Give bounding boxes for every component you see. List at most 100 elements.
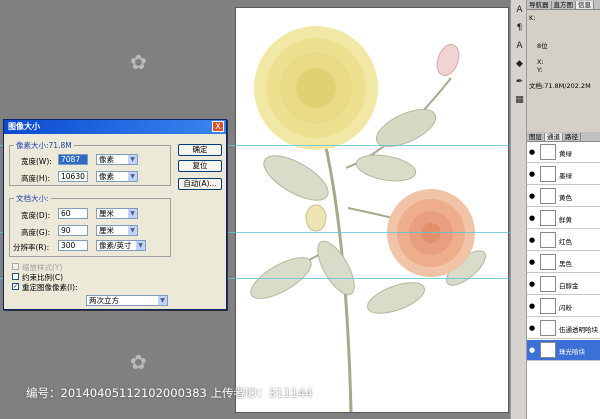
scale-styles-checkbox[interactable] bbox=[12, 263, 19, 270]
channel-thumbnail bbox=[540, 144, 556, 160]
k-label: K: bbox=[529, 14, 536, 22]
chevron-down-icon: ▼ bbox=[128, 155, 137, 164]
ok-button[interactable]: 确定 bbox=[178, 144, 222, 156]
channel-row[interactable]: ● 黑色 bbox=[527, 252, 600, 273]
channel-name: 红色 bbox=[559, 238, 572, 246]
height-unit-select[interactable]: 像素 ▼ bbox=[96, 171, 138, 182]
channel-name: 珠光哈块 bbox=[559, 348, 585, 356]
chevron-down-icon: ▼ bbox=[128, 209, 137, 218]
constrain-checkbox[interactable] bbox=[12, 273, 19, 280]
channel-row[interactable]: ● 闪粉 bbox=[527, 296, 600, 317]
channel-row[interactable]: ● 黄绿 bbox=[527, 142, 600, 163]
chevron-down-icon: ▼ bbox=[128, 172, 137, 181]
resolution-unit-value: 像素/英寸 bbox=[99, 241, 132, 250]
channel-name: 黑色 bbox=[559, 260, 572, 268]
tool-icon[interactable]: ✒ bbox=[513, 76, 526, 88]
eye-icon[interactable]: ● bbox=[529, 302, 535, 310]
flower-illustration bbox=[250, 26, 486, 412]
resolution-unit-select[interactable]: 像素/英寸 ▼ bbox=[96, 240, 146, 251]
x-label: X: bbox=[537, 58, 544, 66]
doc-width-input[interactable]: 60 bbox=[58, 208, 88, 219]
eye-icon[interactable]: ● bbox=[529, 148, 535, 156]
right-panels: 导航器 直方图 信息 K: 8位 X: Y: 文档:71.8M/202.2M 图层通… bbox=[527, 0, 600, 419]
width-unit-select[interactable]: 像素 ▼ bbox=[96, 154, 138, 165]
tool-icon[interactable]: A bbox=[513, 4, 526, 16]
eye-icon[interactable]: ● bbox=[529, 258, 535, 266]
channel-row[interactable]: ● 鲜黄 bbox=[527, 208, 600, 229]
tool-icon[interactable]: A bbox=[513, 40, 526, 52]
channel-name: 白醇金 bbox=[559, 282, 579, 290]
doc-width-unit-select[interactable]: 厘米 ▼ bbox=[96, 208, 138, 219]
chevron-down-icon: ▼ bbox=[158, 296, 167, 305]
channel-thumbnail bbox=[540, 210, 556, 226]
doc-size: 文档:71.8M/202.2M bbox=[529, 82, 591, 90]
channel-thumbnail bbox=[540, 276, 556, 292]
tool-strip: A ¶ A ◆ ✒ ▦ bbox=[510, 0, 527, 419]
channel-row[interactable]: ● 黄色 bbox=[527, 186, 600, 207]
tab-info[interactable]: 信息 bbox=[576, 1, 594, 9]
height-input[interactable]: 10630 bbox=[58, 171, 88, 182]
tab-navigator[interactable]: 导航器 bbox=[527, 1, 552, 9]
eye-icon[interactable]: ● bbox=[529, 192, 535, 200]
channel-name: 墨绿 bbox=[559, 172, 572, 180]
chevron-down-icon: ▼ bbox=[128, 226, 137, 235]
channel-thumbnail bbox=[540, 166, 556, 182]
doc-height-unit-value: 厘米 bbox=[99, 226, 114, 235]
channel-row[interactable]: ● 红色 bbox=[527, 230, 600, 251]
y-label: Y: bbox=[537, 66, 543, 74]
reset-button[interactable]: 复位 bbox=[178, 160, 222, 172]
eye-icon[interactable]: ● bbox=[529, 280, 535, 288]
tab-histogram[interactable]: 直方图 bbox=[551, 1, 576, 9]
doc-height-unit-select[interactable]: 厘米 ▼ bbox=[96, 225, 138, 236]
channel-row[interactable]: ● 伍通透明哈块 bbox=[527, 318, 600, 339]
image-caption: 编号：20140405112102000383 上传者ID：311144 bbox=[26, 386, 313, 400]
document-size-label: 文档大小: bbox=[16, 194, 49, 203]
tab-paths[interactable]: 路径 bbox=[563, 133, 581, 141]
channel-row-selected[interactable]: ● 珠光哈块 bbox=[527, 340, 600, 361]
resolution-input[interactable]: 300 bbox=[58, 240, 88, 251]
height-unit-value: 像素 bbox=[99, 172, 114, 181]
channel-name: 黄色 bbox=[559, 194, 572, 202]
height-label: 高度(H): bbox=[21, 174, 51, 183]
auto-button[interactable]: 自动(A)... bbox=[178, 178, 222, 190]
eye-icon[interactable]: ● bbox=[529, 170, 535, 178]
doc-height-input[interactable]: 90 bbox=[58, 225, 88, 236]
channel-thumbnail bbox=[540, 320, 556, 336]
image-size-dialog: 图像大小 X 像素大小:71.8M 宽度(W): 7087 像素 ▼ 高度(H):… bbox=[3, 119, 227, 310]
channel-row[interactable]: ● 墨绿 bbox=[527, 164, 600, 185]
eye-icon[interactable]: ● bbox=[529, 346, 535, 354]
resolution-label: 分辨率(R): bbox=[13, 243, 50, 252]
info-tabs: 导航器 直方图 信息 bbox=[527, 0, 600, 10]
channel-row[interactable]: ● 白醇金 bbox=[527, 274, 600, 295]
channel-thumbnail bbox=[540, 342, 556, 358]
tool-icon[interactable]: ▦ bbox=[513, 94, 526, 106]
channels-tabs: 图层 通道 路径 bbox=[527, 132, 600, 142]
doc-width-label: 宽度(D): bbox=[21, 211, 51, 220]
channel-thumbnail bbox=[540, 232, 556, 248]
channel-name: 黄绿 bbox=[559, 150, 572, 158]
resample-checkbox[interactable]: ✓ bbox=[12, 283, 19, 290]
channel-thumbnail bbox=[540, 298, 556, 314]
channel-thumbnail bbox=[540, 188, 556, 204]
eye-icon[interactable]: ● bbox=[529, 214, 535, 222]
resample-label: 重定图像像素(I): bbox=[22, 283, 78, 292]
channel-name: 闪粉 bbox=[559, 304, 572, 312]
width-label: 宽度(W): bbox=[21, 157, 52, 166]
tab-layers[interactable]: 图层 bbox=[527, 133, 545, 141]
eye-icon[interactable]: ● bbox=[529, 236, 535, 244]
tool-icon[interactable]: ¶ bbox=[513, 22, 526, 34]
watermark-logo: ✿ bbox=[130, 50, 147, 74]
tab-channels[interactable]: 通道 bbox=[545, 133, 563, 141]
width-input[interactable]: 7087 bbox=[58, 154, 88, 165]
resample-method-select[interactable]: 两次立方 ▼ bbox=[86, 295, 168, 306]
chevron-down-icon: ▼ bbox=[136, 241, 145, 250]
document-canvas[interactable] bbox=[236, 8, 508, 412]
eye-icon[interactable]: ● bbox=[529, 324, 535, 332]
close-button[interactable]: X bbox=[212, 121, 224, 132]
dialog-title[interactable]: 图像大小 bbox=[4, 120, 226, 134]
doc-width-unit-value: 厘米 bbox=[99, 209, 114, 218]
info-panel: 导航器 直方图 信息 K: 8位 X: Y: 文档:71.8M/202.2M bbox=[527, 0, 600, 132]
channel-name: 伍通透明哈块 bbox=[559, 326, 598, 334]
tool-icon[interactable]: ◆ bbox=[513, 58, 526, 70]
resample-method-value: 两次立方 bbox=[89, 296, 119, 305]
